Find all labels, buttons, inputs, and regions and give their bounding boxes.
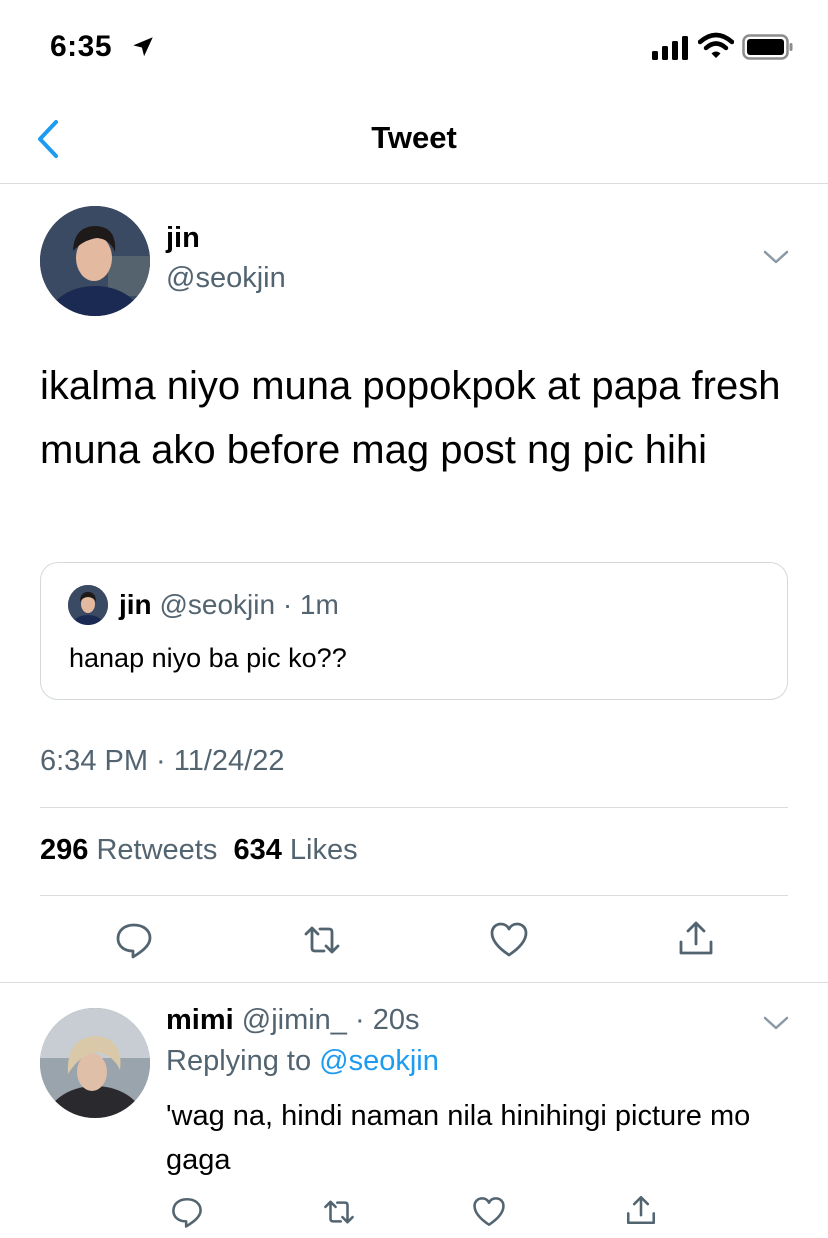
location-arrow-icon [133, 37, 153, 57]
tweet-text: ikalma niyo muna popokpok at papa fresh … [40, 364, 781, 472]
retweet-icon[interactable] [322, 1195, 356, 1229]
replying-prefix: Replying to [166, 1045, 312, 1077]
retweets-label[interactable]: Retweets [96, 834, 217, 866]
signal-icon [652, 36, 688, 60]
divider [40, 807, 788, 808]
reply-icon[interactable] [170, 1195, 204, 1229]
reply-avatar[interactable] [40, 1008, 150, 1118]
reply-header: mimi @jimin_ · 20s [166, 1004, 419, 1037]
share-icon[interactable] [624, 1193, 658, 1227]
quote-meta: @seokjin · 1m [159, 589, 339, 620]
reply-author-name[interactable]: mimi [166, 1004, 234, 1036]
status-time: 6:35 [50, 30, 113, 63]
quote-header: jin @seokjin · 1m [119, 589, 339, 621]
wifi-icon [698, 32, 734, 58]
quote-author-name: jin [119, 589, 152, 620]
avatar[interactable] [40, 206, 150, 316]
author-name[interactable]: jin [166, 222, 200, 255]
like-icon[interactable] [489, 920, 529, 960]
quote-text: hanap niyo ba pic ko?? [69, 643, 347, 673]
battery-icon [742, 34, 793, 60]
status-bar: 6:35 [0, 0, 828, 96]
reply-meta: @jimin_ · 20s [241, 1004, 420, 1036]
page-title: Tweet [371, 120, 457, 155]
likes-label[interactable]: Likes [290, 834, 358, 866]
replying-to: Replying to @seokjin [166, 1045, 439, 1078]
chevron-down-icon[interactable] [762, 248, 790, 266]
retweet-icon[interactable] [302, 920, 342, 960]
quoted-tweet[interactable]: jin @seokjin · 1m hanap niyo ba pic ko?? [40, 562, 788, 700]
navigation-bar: Tweet [0, 96, 828, 184]
divider [0, 982, 828, 983]
tweet-timestamp: 6:34 PM · 11/24/22 [40, 745, 285, 777]
author-handle[interactable]: @seokjin [166, 262, 286, 295]
replying-mention[interactable]: @seokjin [319, 1045, 439, 1077]
tweet-stats: 296 Retweets 634 Likes [40, 834, 358, 867]
quote-avatar [68, 585, 108, 625]
reply-icon[interactable] [114, 920, 154, 960]
retweets-count[interactable]: 296 [40, 834, 88, 866]
likes-count[interactable]: 634 [233, 834, 281, 866]
like-icon[interactable] [472, 1195, 506, 1229]
share-icon[interactable] [676, 918, 716, 958]
chevron-down-icon[interactable] [762, 1014, 790, 1032]
divider [40, 895, 788, 896]
reply-text: 'wag na, hindi naman nila hinihingi pict… [166, 1100, 751, 1176]
